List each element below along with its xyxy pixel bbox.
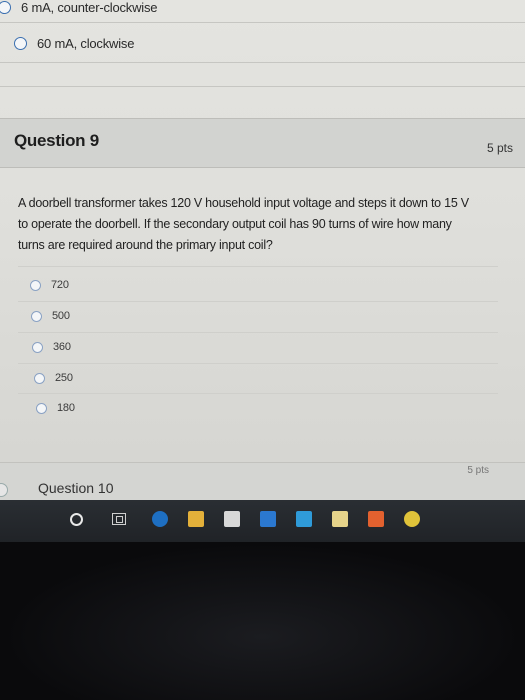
radio-button[interactable] xyxy=(34,372,45,384)
edge-icon[interactable] xyxy=(152,511,168,527)
answer-option-720[interactable]: 720 xyxy=(30,279,69,291)
question-title: Question 9 xyxy=(14,131,99,150)
question-text: A doorbell transformer takes 120 V house… xyxy=(18,193,518,256)
answer-option-250[interactable]: 250 xyxy=(34,372,73,384)
radio-button[interactable] xyxy=(31,310,42,322)
task-view-icon[interactable] xyxy=(112,513,126,525)
radio-button[interactable] xyxy=(0,1,11,14)
question-title: Question 10 xyxy=(38,480,114,496)
question-10-header: 5 pts Question 10 xyxy=(0,462,525,502)
mail-icon[interactable] xyxy=(260,511,276,527)
app-orange-icon[interactable] xyxy=(368,511,384,527)
question-text-line: to operate the doorbell. If the secondar… xyxy=(18,217,452,231)
option-label: 180 xyxy=(57,402,75,414)
divider xyxy=(0,62,525,63)
answer-option-360[interactable]: 360 xyxy=(32,341,71,353)
chrome-icon[interactable] xyxy=(404,511,420,527)
app-photo-icon[interactable] xyxy=(332,511,348,527)
question-points: 5 pts xyxy=(467,465,489,476)
file-explorer-icon[interactable] xyxy=(188,511,204,527)
divider xyxy=(18,266,498,267)
radio-button[interactable] xyxy=(30,279,41,291)
question-text-line: A doorbell transformer takes 120 V house… xyxy=(18,196,469,210)
radio-button[interactable] xyxy=(14,37,27,50)
divider xyxy=(0,22,525,23)
option-label: 500 xyxy=(52,310,70,322)
browser-screen: 6 mA, counter-clockwise 60 mA, clockwise… xyxy=(0,0,525,540)
option-label: 720 xyxy=(51,279,69,291)
option-label: 250 xyxy=(55,372,73,384)
divider xyxy=(18,363,498,364)
question-text-line: turns are required around the primary in… xyxy=(18,238,273,252)
divider xyxy=(18,393,498,394)
radio-button[interactable] xyxy=(0,483,8,497)
option-label: 360 xyxy=(53,341,71,353)
app-l-icon[interactable] xyxy=(296,511,312,527)
radio-button[interactable] xyxy=(32,341,43,353)
option-label: 60 mA, clockwise xyxy=(37,36,135,51)
divider xyxy=(18,301,498,302)
question-points: 5 pts xyxy=(486,141,513,155)
answer-option-500[interactable]: 500 xyxy=(31,310,70,322)
search-icon[interactable] xyxy=(70,513,83,526)
radio-button[interactable] xyxy=(36,402,47,414)
divider xyxy=(18,332,498,333)
store-icon[interactable] xyxy=(224,511,240,527)
laptop-bezel xyxy=(0,542,525,700)
question-9-header: Question 9 5 pts xyxy=(0,118,525,168)
answer-option-6ma[interactable]: 6 mA, counter-clockwise xyxy=(0,0,157,15)
divider xyxy=(0,86,525,87)
answer-option-180[interactable]: 180 xyxy=(36,402,75,414)
option-label: 6 mA, counter-clockwise xyxy=(21,0,158,15)
answer-option-60ma[interactable]: 60 mA, clockwise xyxy=(14,36,134,51)
